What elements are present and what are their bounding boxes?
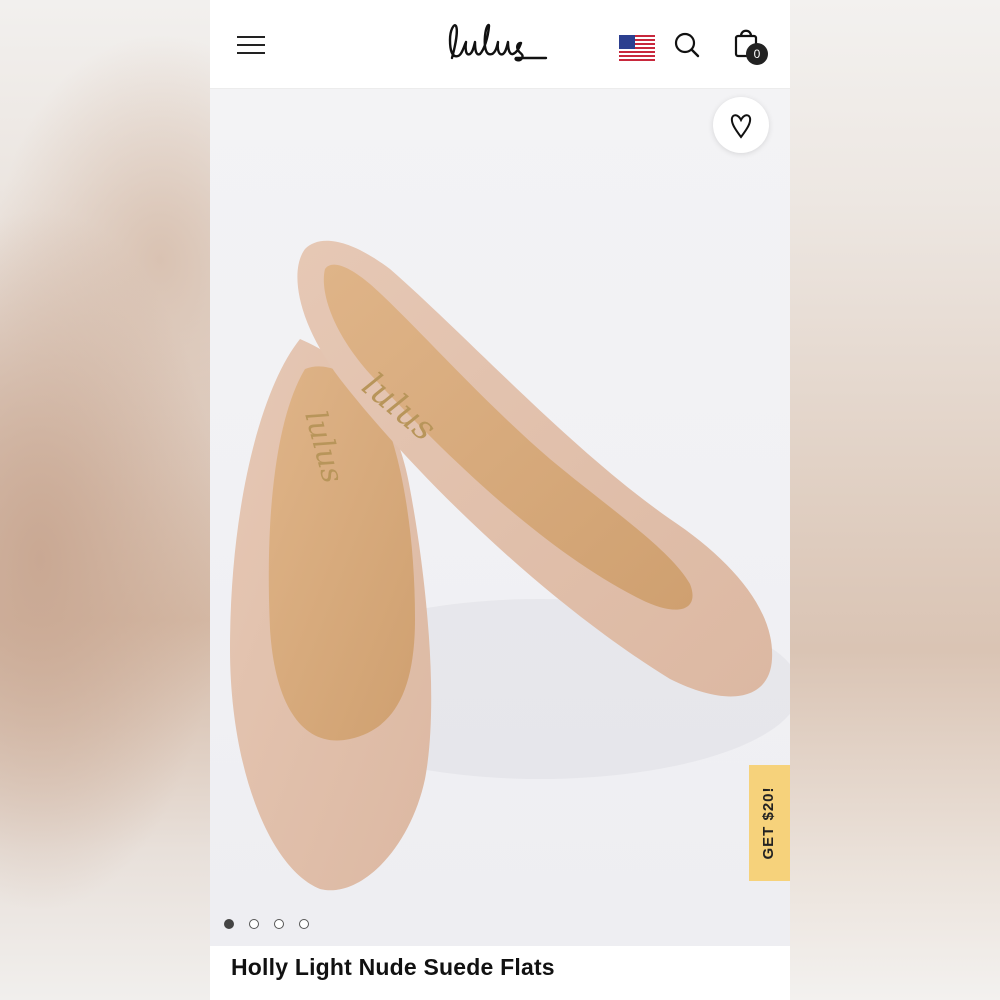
carousel-dot-4[interactable] — [299, 919, 309, 929]
mobile-page: 0 lulus lulus GET $20! Holly Light Nude … — [210, 0, 790, 1000]
search-icon[interactable] — [672, 30, 702, 60]
cart-count-badge: 0 — [746, 43, 768, 65]
lulus-logo[interactable] — [442, 18, 552, 68]
hamburger-menu-icon[interactable] — [237, 34, 265, 56]
heart-icon — [730, 114, 752, 139]
blurred-background-right — [790, 0, 1000, 1000]
get-20-promo-tab[interactable]: GET $20! — [749, 765, 790, 881]
product-title: Holly Light Nude Suede Flats — [231, 954, 555, 980]
wishlist-button[interactable] — [713, 97, 769, 153]
carousel-dot-2[interactable] — [249, 919, 259, 929]
carousel-dot-1[interactable] — [224, 919, 234, 929]
carousel-dot-3[interactable] — [274, 919, 284, 929]
blurred-background-left — [0, 0, 210, 1000]
promo-label: GET $20! — [760, 786, 777, 860]
site-header: 0 — [210, 0, 790, 89]
product-image[interactable]: lulus lulus GET $20! — [210, 89, 790, 946]
us-flag-icon[interactable] — [619, 35, 655, 61]
shoes-illustration: lulus lulus — [230, 240, 790, 891]
